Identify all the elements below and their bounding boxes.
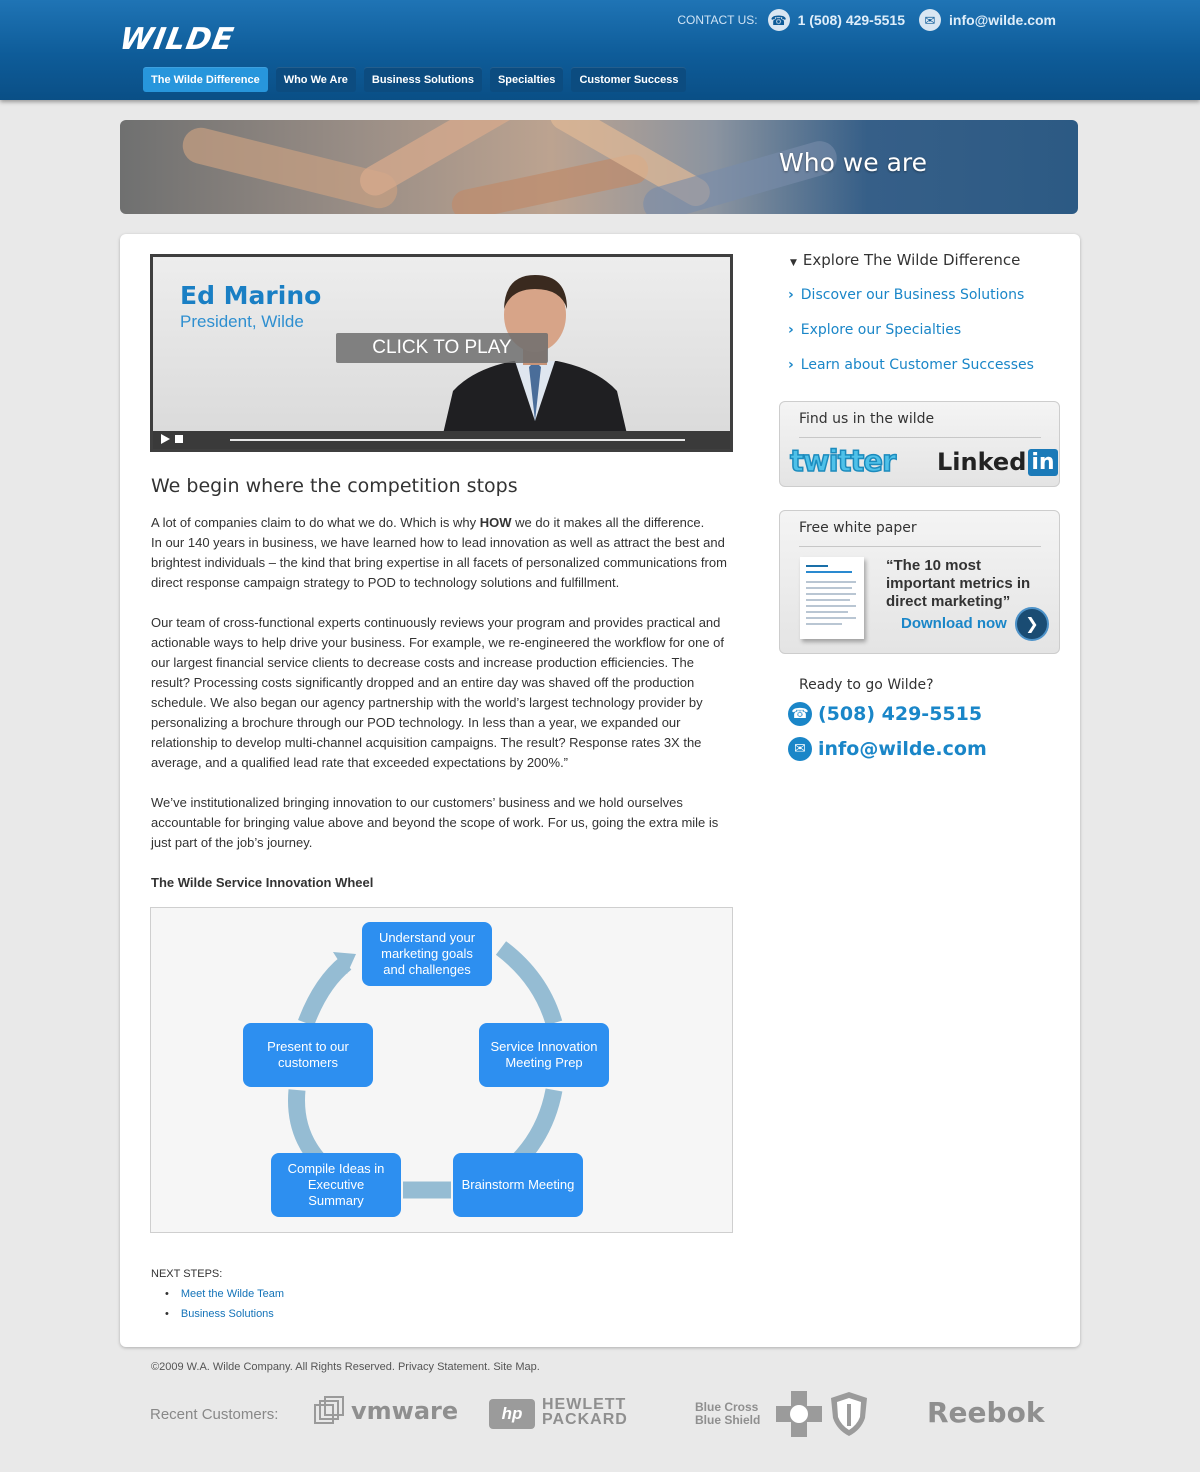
- explore-heading-text: Explore The Wilde Difference: [802, 251, 1021, 269]
- white-paper-panel: Free white paper “The 10 most important …: [779, 510, 1060, 654]
- sidebar-explore-heading[interactable]: ▼ Explore The Wilde Difference: [790, 251, 1020, 269]
- video-player[interactable]: Ed Marino President, Wilde CLICK TO PLAY: [150, 254, 733, 452]
- hewlett-packard-logo: HEWLETT PACKARD: [542, 1396, 628, 1428]
- hp-line-2: PACKARD: [542, 1411, 628, 1428]
- white-paper-quote: “The 10 most important metrics in direct…: [886, 557, 1031, 610]
- ready-phone[interactable]: ☎ (508) 429-5515: [788, 702, 982, 726]
- site-header: WILDE CONTACT US: ☎ 1 (508) 429-5515 ✉ i…: [0, 0, 1200, 100]
- linkedin-in-badge: in: [1028, 448, 1058, 476]
- reebok-logo: Reebok: [927, 1396, 1045, 1429]
- header-contact: CONTACT US: ☎ 1 (508) 429-5515 ✉ info@wi…: [677, 9, 1062, 31]
- linkedin-logo[interactable]: Linked in: [937, 448, 1058, 476]
- ready-email-text: info@wilde.com: [818, 738, 987, 760]
- phone-icon: ☎: [767, 9, 790, 31]
- next-step-link[interactable]: Business Solutions: [165, 1304, 284, 1324]
- download-now-link[interactable]: Download now: [901, 615, 1007, 632]
- wheel-step-compile: Compile Ideas in Executive Summary: [271, 1153, 401, 1217]
- linkedin-text: Linked: [937, 448, 1027, 476]
- white-paper-thumbnail[interactable]: [800, 557, 864, 639]
- innovation-paragraph: We’ve institutionalized bringing innovat…: [151, 795, 719, 850]
- intro-text-b: we do it makes all the difference.: [511, 515, 705, 530]
- contact-label: CONTACT US:: [677, 13, 758, 27]
- social-panel: Find us in the wilde twitter Linked in: [779, 401, 1060, 487]
- bcbs-logo: Blue Cross Blue Shield: [695, 1401, 760, 1427]
- banner-title: Who we are: [779, 148, 928, 177]
- social-panel-title: Find us in the wilde: [799, 411, 935, 427]
- sidebar-link-label: Explore our Specialties: [800, 322, 962, 338]
- nav-business-solutions[interactable]: Business Solutions: [363, 67, 482, 92]
- sidebar-link-specialties[interactable]: › Explore our Specialties: [788, 322, 961, 338]
- wheel-step-meeting-prep: Service Innovation Meeting Prep: [479, 1023, 609, 1087]
- team-paragraph: Our team of cross-functional experts con…: [151, 615, 725, 770]
- vmware-logo-icon: [314, 1396, 344, 1426]
- sidebar-link-business-solutions[interactable]: › Discover our Business Solutions: [788, 287, 1024, 303]
- page-banner: Who we are: [120, 120, 1078, 214]
- content-panel: Ed Marino President, Wilde CLICK TO PLAY…: [120, 234, 1080, 1347]
- footer-copyright: ©2009 W.A. Wilde Company. All Rights Res…: [151, 1361, 540, 1373]
- triangle-down-icon: ▼: [790, 258, 797, 268]
- twitter-logo[interactable]: twitter: [789, 443, 897, 479]
- intro-text-bold: HOW: [479, 515, 512, 530]
- main-heading: We begin where the competition stops: [151, 475, 518, 497]
- video-person-name: Ed Marino: [180, 281, 322, 310]
- recent-customers-label: Recent Customers:: [150, 1406, 279, 1423]
- hp-logo-icon: hp: [489, 1399, 535, 1429]
- video-person-role: President, Wilde: [180, 312, 304, 331]
- vmware-logo: vmware: [351, 1397, 459, 1425]
- innovation-wheel-diagram: Understand your marketing goals and chal…: [150, 907, 733, 1233]
- play-icon[interactable]: [161, 434, 170, 444]
- sidebar-link-customer-successes[interactable]: › Learn about Customer Successes: [788, 357, 1034, 373]
- wheel-step-understand: Understand your marketing goals and chal…: [362, 922, 492, 986]
- blue-cross-icon: [776, 1391, 822, 1437]
- video-controls: [153, 431, 730, 449]
- video-progress-bar[interactable]: [230, 439, 685, 441]
- white-paper-title: Free white paper: [799, 520, 917, 536]
- chevron-right-icon: ›: [788, 357, 794, 373]
- header-phone[interactable]: 1 (508) 429-5515: [798, 12, 905, 28]
- hp-line-1: HEWLETT: [542, 1396, 627, 1413]
- nav-specialties[interactable]: Specialties: [489, 67, 564, 92]
- intro-text-a: A lot of companies claim to do what we d…: [151, 515, 480, 530]
- click-to-play-button[interactable]: CLICK TO PLAY: [336, 333, 548, 363]
- intro-paragraph: A lot of companies claim to do what we d…: [151, 513, 736, 593]
- wilde-logo[interactable]: WILDE: [117, 22, 237, 57]
- sidebar-link-label: Learn about Customer Successes: [800, 357, 1034, 373]
- header-email[interactable]: info@wilde.com: [949, 12, 1056, 28]
- wheel-step-present: Present to our customers: [243, 1023, 373, 1087]
- panel-divider: [799, 546, 1041, 547]
- nav-who-we-are[interactable]: Who We Are: [275, 67, 356, 92]
- main-nav: The Wilde Difference Who We Are Business…: [143, 67, 687, 92]
- chevron-right-icon: ›: [788, 287, 794, 303]
- ready-email[interactable]: ✉ info@wilde.com: [788, 737, 987, 761]
- nav-customer-success[interactable]: Customer Success: [571, 67, 687, 92]
- next-step-link[interactable]: Meet the Wilde Team: [165, 1284, 284, 1304]
- download-arrow-icon[interactable]: ❯: [1015, 607, 1049, 641]
- email-icon: ✉: [788, 737, 812, 761]
- ready-phone-text: (508) 429-5515: [818, 703, 983, 725]
- bcbs-line-2: Blue Shield: [695, 1413, 761, 1427]
- ready-title: Ready to go Wilde?: [799, 677, 934, 693]
- nav-the-wilde-difference[interactable]: The Wilde Difference: [143, 67, 268, 92]
- wheel-step-brainstorm: Brainstorm Meeting: [453, 1153, 583, 1217]
- intro-text-c: In our 140 years in business, we have le…: [151, 535, 727, 590]
- panel-divider: [799, 437, 1041, 438]
- email-icon: ✉: [919, 9, 941, 31]
- phone-icon: ☎: [788, 702, 812, 726]
- wheel-title: The Wilde Service Innovation Wheel: [151, 875, 374, 890]
- chevron-right-icon: ›: [788, 322, 794, 338]
- stop-icon[interactable]: [175, 435, 183, 443]
- blue-shield-icon: [831, 1392, 867, 1436]
- sidebar-link-label: Discover our Business Solutions: [800, 287, 1025, 303]
- next-steps-list: Meet the Wilde Team Business Solutions: [165, 1284, 284, 1324]
- next-steps-label: NEXT STEPS:: [151, 1268, 223, 1280]
